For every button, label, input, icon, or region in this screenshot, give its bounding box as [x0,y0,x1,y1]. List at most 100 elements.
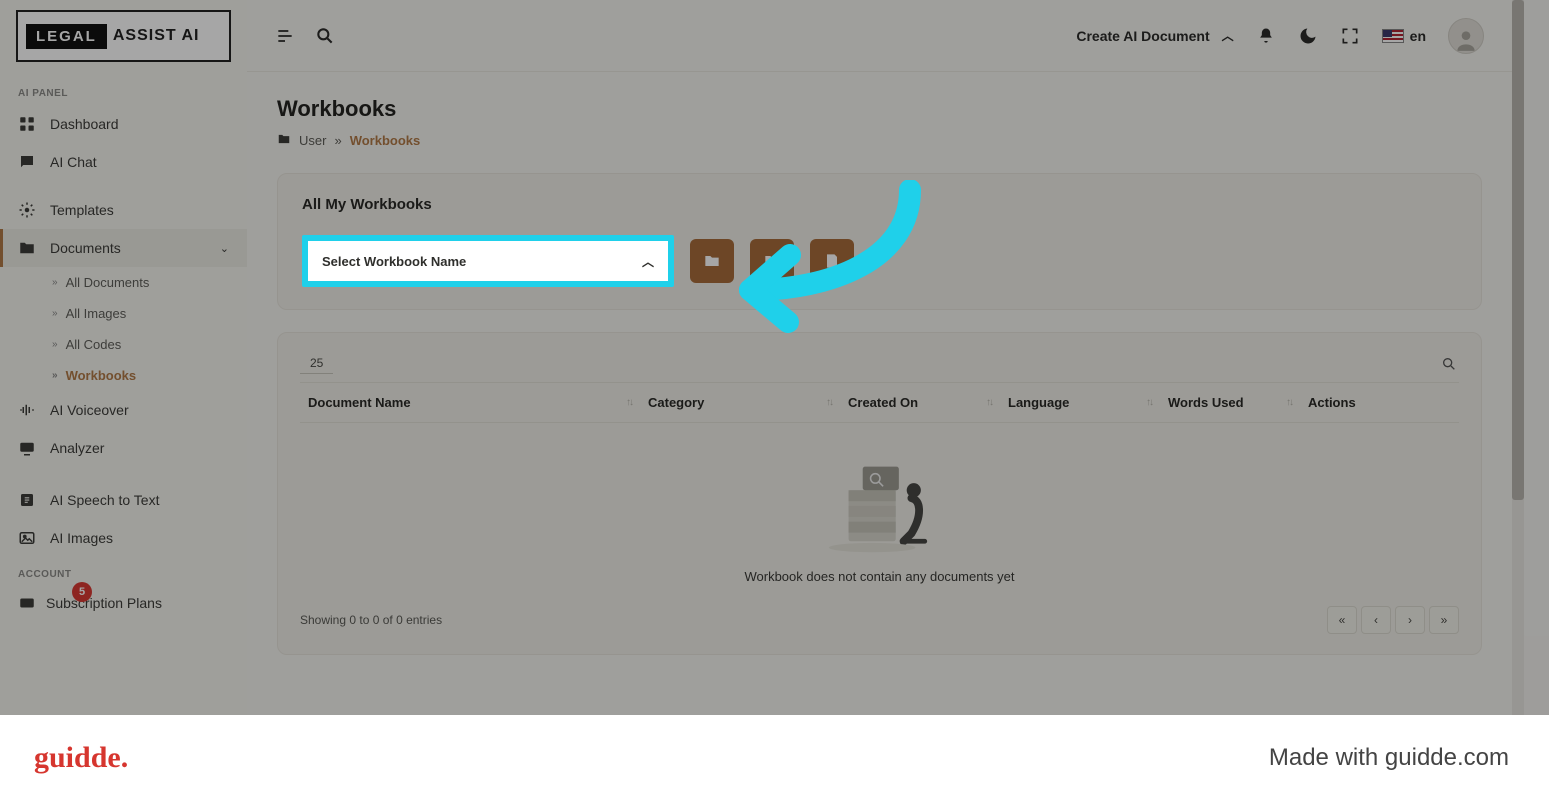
app-frame: LEGAL ASSIST AI AI PANEL Dashboard AI Ch… [0,0,1512,715]
showing-entries-text: Showing 0 to 0 of 0 entries [300,613,442,627]
nav-ai-images-label: AI Images [50,530,229,546]
search-icon[interactable] [315,26,335,46]
breadcrumb-sep: » [334,133,341,148]
bell-icon[interactable] [1256,26,1276,46]
nav-subscription[interactable]: Subscription Plans 5 [0,586,247,612]
create-ai-document-button[interactable]: Create AI Document ︿ [1076,27,1233,44]
th-category[interactable]: Category ↑↓ [640,395,840,410]
section-ai-panel: AI PANEL [0,76,247,105]
th-doc-name[interactable]: Document Name ↑↓ [300,395,640,410]
page-body: Workbooks User » Workbooks All My Workbo… [247,72,1512,679]
sort-icon: ↑↓ [986,397,992,408]
th-actions: Actions [1300,395,1420,410]
workbooks-card: All My Workbooks Select Workbook Name ︿ [277,173,1482,310]
page-size-select[interactable]: 25 [300,353,333,374]
dark-mode-icon[interactable] [1298,26,1318,46]
th-actions-label: Actions [1308,395,1356,410]
scrollbar-thumb[interactable] [1512,0,1524,500]
sort-icon: ↑↓ [826,397,832,408]
nav-ai-voiceover-label: AI Voiceover [50,402,229,418]
th-words-used[interactable]: Words Used↑↓ [1160,395,1300,410]
workbook-action-2-button[interactable] [750,239,794,283]
table-search-icon[interactable] [1439,354,1459,374]
chevron-down-icon: ⌄ [220,242,229,255]
th-language[interactable]: Language ↑↓ [1000,395,1160,410]
raquo-icon: » [52,277,58,288]
subnav-all-images[interactable]: » All Images [52,298,247,329]
guidde-logo: guidde. [34,741,128,775]
th-doc-name-label: Document Name [308,395,411,410]
topbar: Create AI Document ︿ en [247,0,1512,72]
th-created-on-label: Created On [848,395,918,410]
chevron-up-icon: ︿ [1222,27,1234,44]
nav-analyzer-label: Analyzer [50,440,229,456]
documents-table-card: 25 Document Name ↑↓ Category ↑↓ Created On… [277,332,1482,655]
analyzer-icon [18,439,36,457]
nav-templates[interactable]: Templates [0,191,247,229]
empty-illustration-icon [800,447,960,557]
avatar[interactable] [1448,18,1484,54]
workbooks-card-title: All My Workbooks [302,196,1457,213]
section-account: ACCOUNT [0,557,247,586]
nav-documents-label: Documents [50,240,206,256]
nav-dashboard[interactable]: Dashboard [0,105,247,143]
nav-dashboard-label: Dashboard [50,116,229,132]
subnav-all-documents[interactable]: » All Documents [52,267,247,298]
nav-ai-speech-label: AI Speech to Text [50,492,229,508]
subnav-all-documents-label: All Documents [66,275,150,290]
raquo-icon: » [52,339,58,350]
subnav-all-images-label: All Images [66,306,127,321]
main-area: Create AI Document ︿ en [247,0,1512,715]
sidebar: LEGAL ASSIST AI AI PANEL Dashboard AI Ch… [0,0,247,715]
nav-templates-label: Templates [50,202,229,218]
th-category-label: Category [648,395,704,410]
language-picker[interactable]: en [1382,28,1426,44]
select-workbook-dropdown[interactable]: Select Workbook Name ︿ [308,241,668,281]
guidde-made-with: Made with guidde.com [1269,744,1509,772]
nav-ai-chat[interactable]: AI Chat [0,143,247,181]
sort-icon: ↑↓ [626,397,632,408]
subscription-icon [18,594,36,612]
chat-icon [18,153,36,171]
page-title: Workbooks [277,96,1482,122]
breadcrumb-folder-icon [277,132,291,149]
create-ai-document-label: Create AI Document [1076,28,1209,44]
guidde-footer: guidde. Made with guidde.com [0,715,1549,800]
nav-documents[interactable]: Documents ⌄ [0,229,247,267]
images-icon [18,529,36,547]
brand-right: ASSIST AI [113,27,200,45]
nav-analyzer[interactable]: Analyzer [0,429,247,467]
workbook-action-3-button[interactable] [810,239,854,283]
raquo-icon: » [52,370,58,381]
page-next-button[interactable]: › [1395,606,1425,634]
subnav-all-codes-label: All Codes [66,337,122,352]
voice-icon [18,401,36,419]
brand-logo[interactable]: LEGAL ASSIST AI [16,10,231,62]
folder-icon [18,239,36,257]
th-language-label: Language [1008,395,1069,410]
fullscreen-icon[interactable] [1340,26,1360,46]
sort-icon: ↑↓ [1146,397,1152,408]
menu-toggle-icon[interactable] [275,26,295,46]
empty-state-text: Workbook does not contain any documents … [744,569,1014,584]
sort-icon: ↑↓ [1286,397,1292,408]
breadcrumb: User » Workbooks [277,132,1482,149]
speech-icon [18,491,36,509]
subnav-all-codes[interactable]: » All Codes [52,329,247,360]
nav-ai-speech[interactable]: AI Speech to Text [0,481,247,519]
page-prev-button[interactable]: ‹ [1361,606,1391,634]
templates-icon [18,201,36,219]
nav-ai-images[interactable]: AI Images [0,519,247,557]
subnav-workbooks[interactable]: » Workbooks [52,360,247,391]
page-last-button[interactable]: » [1429,606,1459,634]
page-first-button[interactable]: « [1327,606,1357,634]
workbook-action-1-button[interactable] [690,239,734,283]
breadcrumb-user[interactable]: User [299,133,326,148]
nav-ai-voiceover[interactable]: AI Voiceover [0,391,247,429]
subnav-workbooks-label: Workbooks [66,368,137,383]
pagination: « ‹ › » [1327,606,1459,634]
select-highlight: Select Workbook Name ︿ [302,235,674,287]
th-created-on[interactable]: Created On ↑↓ [840,395,1000,410]
empty-state: Workbook does not contain any documents … [300,423,1459,592]
select-workbook-placeholder: Select Workbook Name [322,254,466,269]
